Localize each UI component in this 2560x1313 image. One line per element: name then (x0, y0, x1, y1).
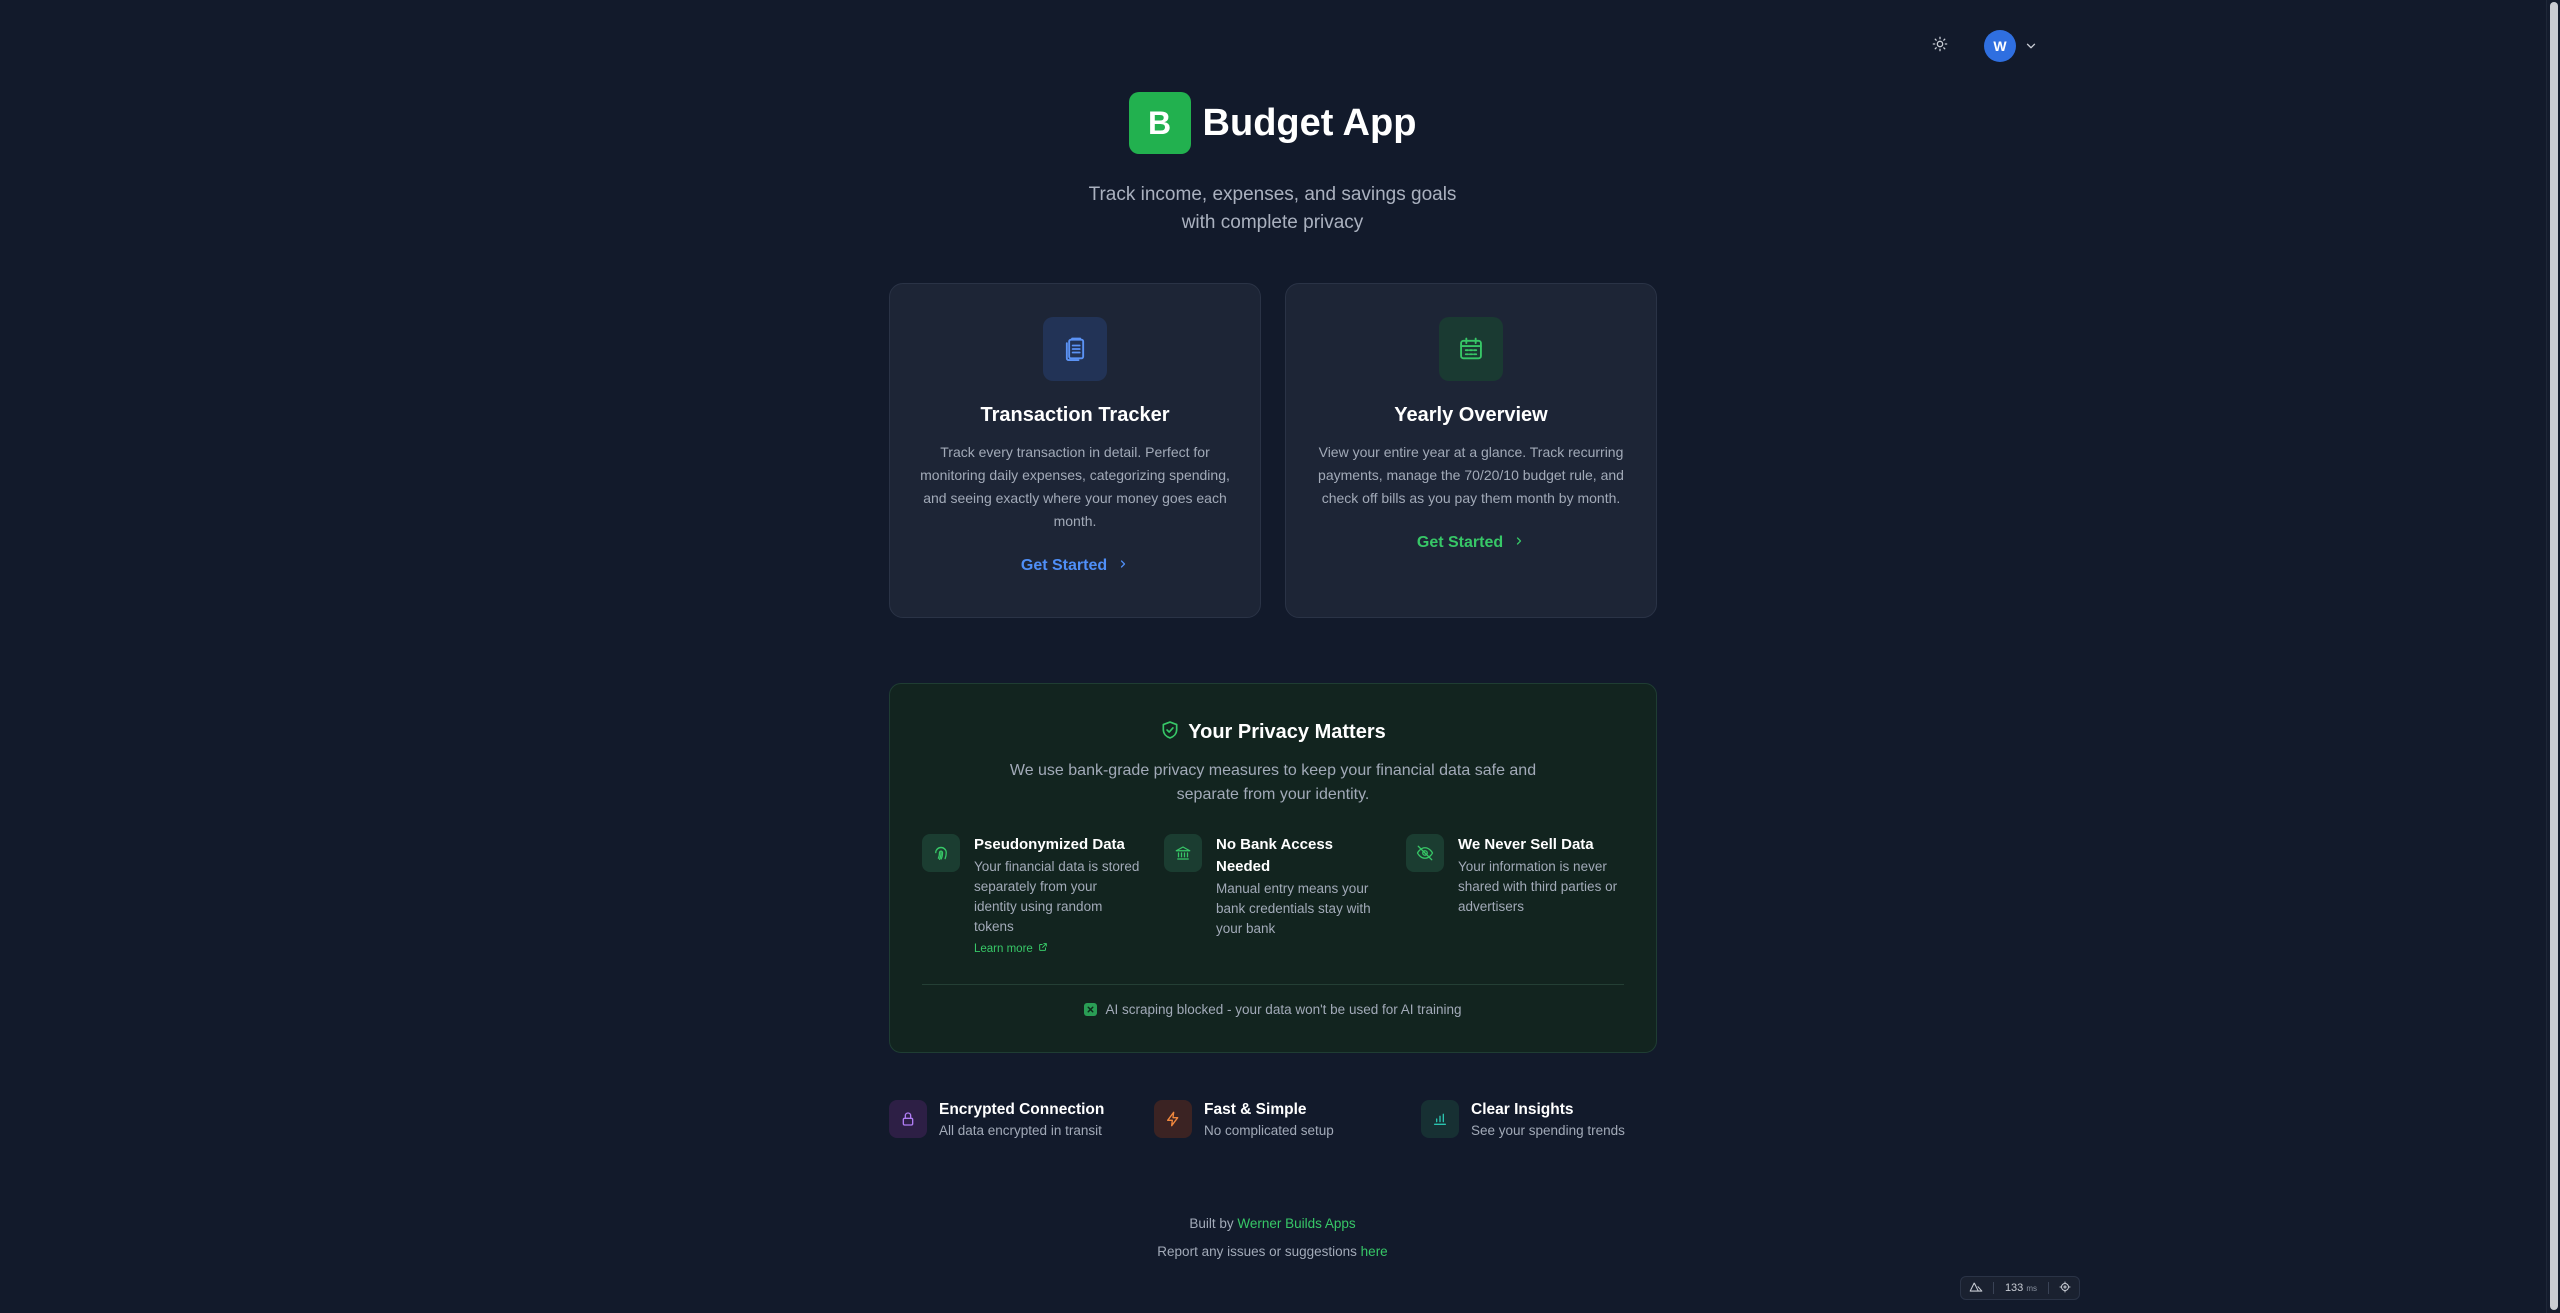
card-description: Track every transaction in detail. Perfe… (920, 444, 1230, 529)
get-started-button[interactable]: Get Started (1021, 557, 1129, 575)
report-text: Report any issues or suggestions (1157, 1244, 1357, 1259)
divider (2047, 1282, 2049, 1294)
bottom-feature-fast: Fast & Simple No complicated setup (1154, 1100, 1334, 1138)
privacy-feature: No Bank Access Needed Manual entry means… (1164, 834, 1384, 939)
card-title: Yearly Overview (1394, 404, 1548, 426)
shield-check-icon (1160, 720, 1180, 745)
brand-logo: B (1128, 92, 1191, 154)
card-title: Transaction Tracker (980, 404, 1170, 426)
feature-description: See your spending trends (1471, 1122, 1625, 1138)
report-here-link[interactable]: here (1361, 1244, 1388, 1259)
ai-scraping-note: AI scraping blocked - your data won't be… (890, 1002, 1656, 1017)
feature-title: Fast & Simple (1204, 1100, 1307, 1118)
feature-title: Pseudonymized Data (974, 836, 1125, 853)
page-subtitle: Track income, expenses, and savings goal… (0, 181, 2545, 237)
scrollbar[interactable] (2546, 0, 2560, 1313)
divider (922, 984, 1624, 985)
cta-label: Get Started (1416, 534, 1504, 551)
privacy-header: Your Privacy Matters (890, 720, 1656, 745)
learn-more-label: Learn more (974, 942, 1033, 955)
ai-note-text: AI scraping blocked - your data won't be… (1105, 1002, 1462, 1017)
feature-description: No complicated setup (1204, 1122, 1334, 1138)
get-started-button[interactable]: Get Started (1417, 534, 1525, 552)
feature-title: Encrypted Connection (939, 1100, 1105, 1118)
chevron-right-icon (1107, 557, 1129, 575)
feature-title: We Never Sell Data (1458, 836, 1594, 853)
privacy-feature: Pseudonymized Data Your financial data i… (922, 834, 1142, 957)
privacy-description: We use bank-grade privacy measures to ke… (1009, 762, 1537, 803)
nuxt-icon[interactable] (1969, 1281, 1983, 1296)
footer: Built by Werner Builds Apps Report any i… (0, 1210, 2545, 1266)
calendar-icon (1439, 317, 1503, 381)
avatar: W (1984, 30, 2016, 62)
dev-toolbar[interactable]: 133 ms (1960, 1276, 2080, 1300)
privacy-feature: We Never Sell Data Your information is n… (1406, 834, 1626, 917)
subtitle-text: Track income, expenses, and savings goal… (1088, 184, 1457, 233)
bar-chart-icon (1421, 1100, 1459, 1138)
theme-toggle-button[interactable] (1920, 30, 1960, 62)
feature-description: Manual entry means your bank credentials… (1216, 881, 1371, 936)
bottom-feature-encrypted: Encrypted Connection All data encrypted … (889, 1100, 1104, 1138)
built-by-text: Built by (1189, 1216, 1234, 1231)
brand-header: B Budget App (0, 92, 2545, 154)
eye-off-icon (1406, 834, 1444, 872)
chevron-right-icon (1503, 534, 1525, 552)
check-square-icon (1084, 1003, 1098, 1016)
bank-icon (1164, 834, 1202, 872)
feature-description: All data encrypted in transit (939, 1122, 1102, 1138)
chevron-down-icon (2024, 39, 2038, 53)
external-link-icon (1033, 942, 1048, 955)
lightning-icon (1154, 1100, 1192, 1138)
report-line: Report any issues or suggestions here (0, 1238, 2545, 1266)
render-time: 133 ms (2004, 1282, 2038, 1294)
page-title: Budget App (1202, 101, 1417, 144)
learn-more-link[interactable]: Learn more (974, 942, 1048, 955)
card-description: View your entire year at a glance. Track… (1318, 444, 1624, 506)
werner-builds-apps-link[interactable]: Werner Builds Apps (1237, 1216, 1355, 1231)
feature-title: Clear Insights (1471, 1100, 1574, 1118)
transaction-tracker-card[interactable]: Transaction Tracker Track every transact… (889, 283, 1261, 618)
bottom-feature-insights: Clear Insights See your spending trends (1421, 1100, 1625, 1138)
yearly-overview-card[interactable]: Yearly Overview View your entire year at… (1285, 283, 1657, 618)
lock-icon (889, 1100, 927, 1138)
feature-title: No Bank Access Needed (1216, 836, 1333, 875)
feature-description: Your financial data is stored separately… (974, 859, 1140, 934)
top-controls: W (1920, 30, 2038, 62)
feature-description: Your information is never shared with th… (1458, 859, 1618, 914)
target-icon[interactable] (2059, 1281, 2071, 1296)
privacy-title: Your Privacy Matters (1188, 721, 1386, 743)
privacy-section: Your Privacy Matters We use bank-grade p… (889, 683, 1657, 1053)
clipboard-list-icon (1043, 317, 1107, 381)
cta-label: Get Started (1020, 557, 1108, 574)
divider (1993, 1282, 1995, 1294)
scrollbar-thumb[interactable] (2550, 2, 2558, 1310)
built-by-line: Built by Werner Builds Apps (0, 1210, 2545, 1238)
user-menu-button[interactable]: W (1984, 30, 2038, 62)
fingerprint-icon (922, 834, 960, 872)
sun-icon (1932, 36, 1948, 57)
privacy-features: Pseudonymized Data Your financial data i… (922, 834, 1626, 957)
